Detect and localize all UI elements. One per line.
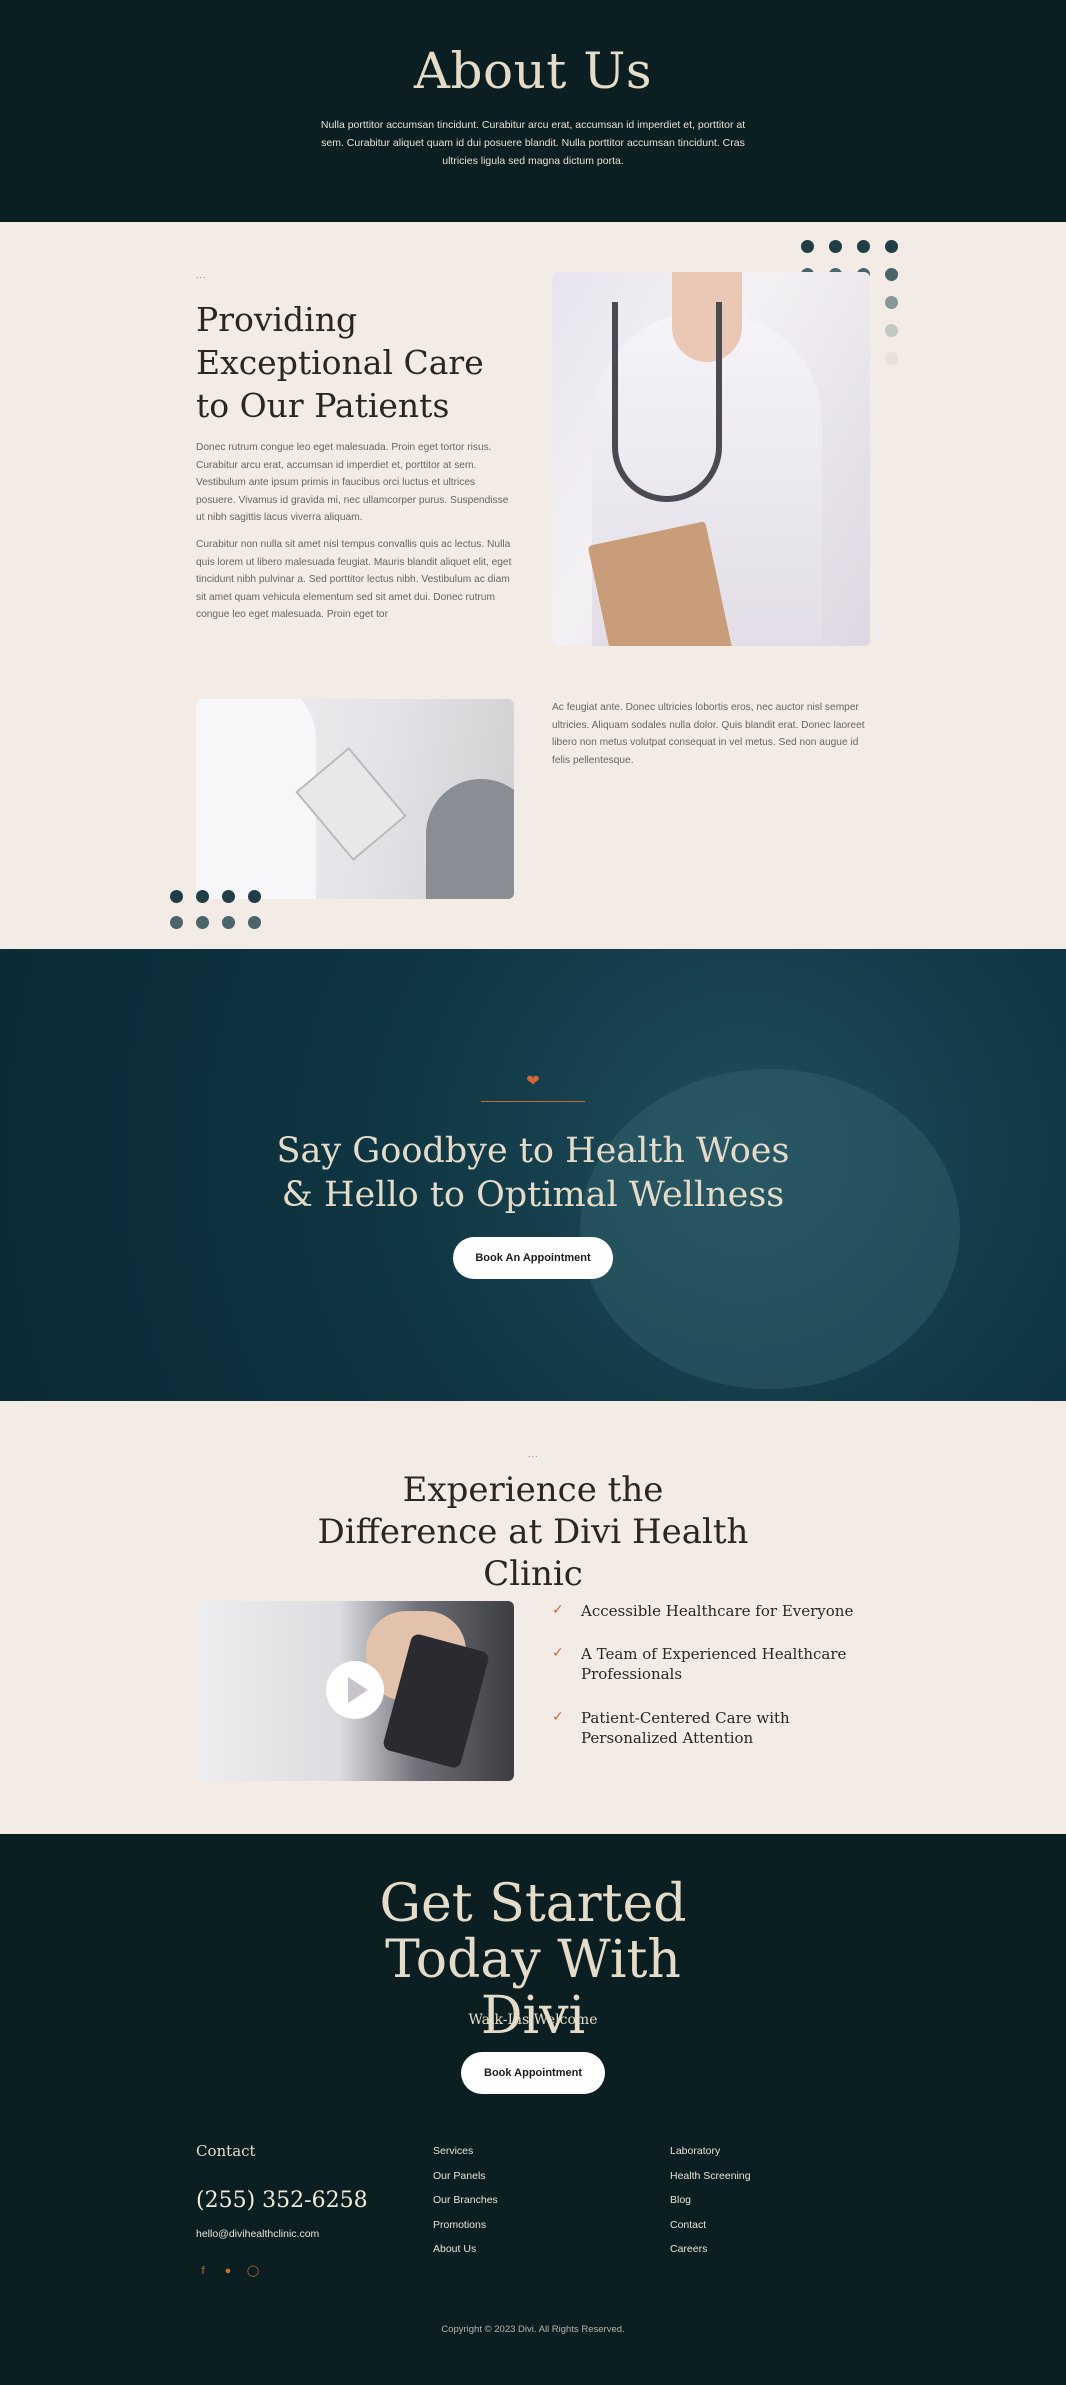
footer-link[interactable]: Health Screening [670, 2170, 751, 2195]
hero-text: Nulla porttitor accumsan tincidunt. Cura… [320, 119, 746, 167]
accent-dots: ... [196, 270, 207, 280]
email-link[interactable]: hello@divihealthclinic.com [196, 2228, 319, 2240]
phone-number[interactable]: (255) 352-6258 [196, 2188, 368, 2213]
section-title: Providing Exceptional Care to Our Patien… [196, 300, 484, 425]
footer-link[interactable]: About Us [433, 2243, 498, 2268]
video-thumbnail[interactable] [196, 1601, 514, 1781]
consultation-image [196, 699, 514, 899]
check-icon: ✓ [552, 1601, 564, 1617]
banner-title: Say Goodbye to Health Woes & Hello to Op… [276, 1131, 790, 1215]
facebook-icon[interactable]: f [196, 2264, 210, 2278]
cta-subtitle: Walk-Ins Welcome [468, 2012, 598, 2028]
footer-link[interactable]: Our Branches [433, 2194, 498, 2219]
page-title: About Us [413, 42, 653, 100]
section-title: Experience the Difference at Divi Health… [317, 1470, 749, 1594]
footer-link[interactable]: Promotions [433, 2219, 498, 2244]
hero-section: About Us Nulla porttitor accumsan tincid… [0, 0, 1066, 222]
decorative-dot-grid-2 [170, 890, 261, 929]
divider-line [481, 1101, 585, 1102]
footer-links-col2: Laboratory Health Screening Blog Contact… [670, 2145, 751, 2268]
heart-pulse-icon: ❤ [526, 1073, 540, 1090]
check-icon: ✓ [552, 1644, 564, 1660]
paragraph-1: Donec rutrum congue leo eget malesuada. … [196, 442, 509, 523]
contact-heading: Contact [196, 2142, 256, 2160]
wellness-banner: ❤ Say Goodbye to Health Woes & Hello to … [0, 949, 1066, 1401]
footer-link[interactable]: Our Panels [433, 2170, 498, 2195]
play-icon[interactable] [326, 1661, 384, 1719]
paragraph-2: Curabitur non nulla sit amet nisl tempus… [196, 539, 512, 620]
footer-link[interactable]: Blog [670, 2194, 751, 2219]
instagram-icon[interactable]: ◯ [246, 2264, 260, 2278]
footer-link[interactable]: Contact [670, 2219, 751, 2244]
social-links: f ● ◯ [196, 2264, 260, 2278]
check-icon: ✓ [552, 1708, 564, 1724]
experience-section: ... Experience the Difference at Divi He… [0, 1401, 1066, 1834]
twitter-icon[interactable]: ● [221, 2264, 235, 2278]
providing-section: ... Providing Exceptional Care to Our Pa… [0, 222, 1066, 949]
copyright-text: Copyright © 2023 Divi. All Rights Reserv… [441, 2324, 625, 2335]
book-appointment-button[interactable]: Book Appointment [461, 2052, 605, 2094]
footer-links-col1: Services Our Panels Our Branches Promoti… [433, 2145, 498, 2268]
footer-link[interactable]: Careers [670, 2243, 751, 2268]
paragraph-3: Ac feugiat ante. Donec ultricies loborti… [552, 702, 865, 766]
accent-dots: ... [528, 1449, 539, 1459]
footer-link[interactable]: Laboratory [670, 2145, 751, 2170]
doctor-image [552, 272, 870, 646]
book-appointment-button[interactable]: Book An Appointment [453, 1237, 613, 1279]
footer: Get Started Today With Divi Walk-Ins Wel… [0, 1834, 1066, 2385]
footer-link[interactable]: Services [433, 2145, 498, 2170]
